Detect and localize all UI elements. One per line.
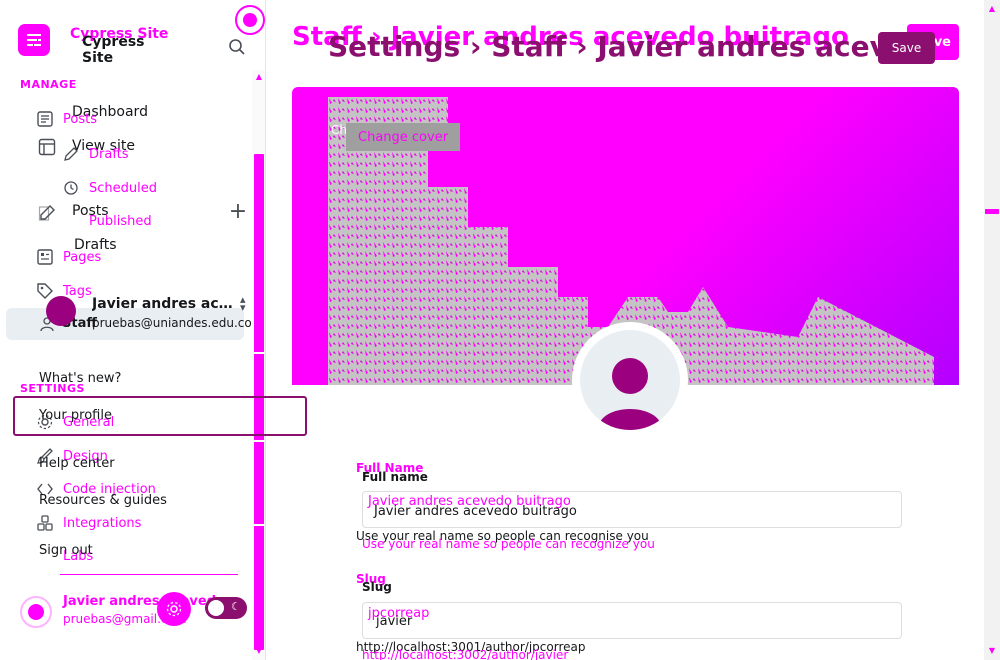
posts-icon [36, 110, 54, 128]
sidebar-item-published[interactable]: Published [62, 210, 152, 232]
toggle-knob [208, 600, 224, 616]
sidebar-item-label: Drafts [89, 146, 129, 162]
site-brand[interactable]: Cypress Site Cypress Site [18, 24, 180, 66]
scroll-down-icon[interactable]: ▼ [254, 646, 264, 656]
slug-url-overlay: http://localhost:3002/author/javier [362, 648, 569, 660]
sidebar-item-label: Published [89, 213, 152, 229]
full-name-label-overlay: Full name [362, 470, 428, 484]
integrations-icon [36, 514, 54, 532]
full-name-value-overlay: Javier andres acevedo buitrago [374, 504, 577, 519]
edit-icon [38, 204, 56, 226]
sidebar-item-label: Pages [63, 249, 102, 265]
full-name-hint-overlay: Use your real name so people can recogni… [362, 537, 655, 551]
user-placeholder-icon [598, 358, 662, 430]
notification-dot-icon[interactable] [235, 5, 265, 35]
sidebar-item-pages[interactable]: Pages [36, 246, 101, 268]
help-center-link[interactable]: Help center [39, 456, 115, 471]
manage-section-title: MANAGE [20, 78, 77, 91]
dashboard-layout-icon [38, 138, 56, 160]
settings-section-title: SETTINGS [20, 382, 85, 395]
slug-input[interactable] [362, 602, 902, 639]
slug-label-overlay: Slug [362, 580, 392, 594]
sidebar-item-label: Posts [63, 111, 97, 127]
sidebar-item-scheduled[interactable]: Scheduled [62, 177, 157, 199]
pages-icon [36, 248, 54, 266]
main-scrollbar-thumb[interactable] [985, 209, 999, 214]
sidebar-item-drafts[interactable]: Drafts [62, 143, 129, 165]
user-menu-trigger[interactable]: Javier andres acevedo buitrago pruebas@u… [46, 288, 256, 338]
page-title: Settings › Staff › Javier andres acevedo [328, 30, 947, 63]
scroll-up-icon[interactable]: ▲ [254, 72, 264, 82]
resources-guides-link[interactable]: Resources & guides [39, 493, 167, 508]
user-email: pruebas@uniandes.edu.co [92, 316, 252, 330]
sidebar-item-integrations[interactable]: Integrations [36, 512, 141, 534]
main-content: Staff › Javier andres acevedo buitrago S… [266, 0, 984, 660]
user-name: Javier andres acevedo buitrago [92, 296, 242, 312]
settings-gear-icon[interactable] [157, 592, 191, 626]
scroll-down-icon[interactable]: ▼ [987, 646, 997, 655]
clock-icon [62, 179, 80, 197]
sidebar-item-label: Integrations [63, 515, 142, 531]
save-button[interactable]: Save [878, 32, 935, 64]
sidebar-item-posts[interactable]: Posts [36, 108, 97, 130]
change-cover-button[interactable]: Change cover [346, 123, 461, 151]
divider [60, 574, 238, 575]
slug-value-overlay: javier [376, 614, 413, 629]
sidebar: Cypress Site Cypress Site MANAGE Dashboa… [0, 0, 266, 660]
moon-icon: ☾ [231, 600, 241, 613]
footer-user-name: Javier andres acevedo [63, 594, 225, 609]
scroll-up-icon[interactable]: ▲ [987, 4, 997, 13]
main-scrollbar[interactable]: ▲ ▼ [984, 0, 1000, 660]
dark-mode-toggle[interactable]: ☾ [205, 597, 247, 619]
profile-photo[interactable] [572, 322, 688, 438]
ghost-logo-icon [18, 24, 50, 56]
check-icon [62, 212, 80, 230]
avatar [20, 596, 52, 628]
search-icon[interactable] [226, 36, 248, 58]
sign-out-link[interactable]: Sign out [39, 543, 93, 558]
chevron-updown-icon: ▴ ▾ [240, 293, 246, 314]
pencil-icon [62, 145, 80, 163]
site-name-overlay: Cypress Site [82, 34, 145, 66]
avatar [46, 296, 76, 326]
add-post-icon[interactable]: + [228, 201, 248, 223]
sidebar-item-label: Scheduled [89, 180, 157, 196]
user-menu-focus-box [13, 396, 307, 436]
